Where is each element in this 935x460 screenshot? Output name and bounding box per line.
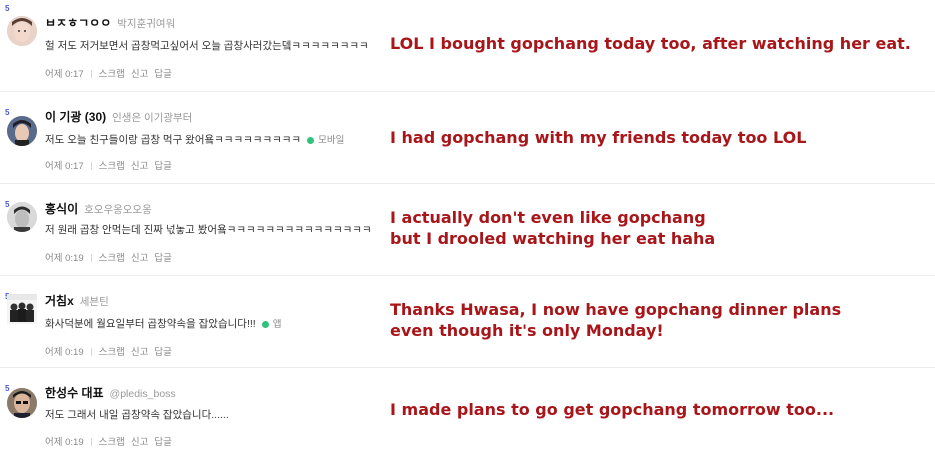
divider xyxy=(90,254,92,263)
level-badge: 5 xyxy=(5,384,10,393)
blog-name[interactable]: 박지훈귀여워 xyxy=(117,18,175,30)
divider xyxy=(90,348,92,357)
author-nickname[interactable]: 거침x xyxy=(45,294,74,308)
translation-line: even though it's only Monday! xyxy=(390,321,664,340)
author-nickname[interactable]: 홍식이 xyxy=(45,202,78,216)
author-line: 거침x 세븐틴 xyxy=(45,292,109,310)
author-nickname[interactable]: 한성수 대표 xyxy=(45,386,104,400)
reply-button[interactable]: 답글 xyxy=(154,253,171,264)
reply-button[interactable]: 답글 xyxy=(154,347,171,358)
comment-time: 어제 0:17 xyxy=(45,69,84,80)
comment-text: 저도 그래서 내일 곱창약속 잡았습니다...... xyxy=(45,407,229,422)
translation-caption: LOL I bought gopchang today too, after w… xyxy=(390,33,911,54)
comment-item: 5 이 기광 (30) 인생은 이기광부터 저도 오늘 친구들이랑 곱창 먹구 왔… xyxy=(0,92,935,184)
scrap-button[interactable]: 스크랩 xyxy=(99,69,125,80)
device-status-icon xyxy=(261,320,269,328)
author-line: 이 기광 (30) 인생은 이기광부터 xyxy=(45,108,192,126)
author-nickname[interactable]: 이 기광 (30) xyxy=(45,110,106,124)
scrap-button[interactable]: 스크랩 xyxy=(99,253,125,264)
translation-caption: I actually don't even like gopchang but … xyxy=(390,207,715,249)
avatar[interactable] xyxy=(7,202,37,232)
report-button[interactable]: 신고 xyxy=(131,437,148,448)
blog-name[interactable]: @pledis_boss xyxy=(110,388,176,400)
comment-item: 5 거침x세븐틴 화사덕분에 월요일부터 곱창약속을 잡았습니다!!!앱 어제 … xyxy=(0,276,935,368)
comment-text: 저도 오늘 친구들이랑 곱창 먹구 왔어욬ㅋㅋㅋㅋㅋㅋㅋㅋㅋ 모바일 xyxy=(45,132,344,147)
level-badge: 5 xyxy=(5,108,10,117)
comment-time: 어제 0:17 xyxy=(45,161,84,172)
comment-time: 어제 0:19 xyxy=(45,437,84,448)
comment-item: 5 홍식이 호오우옹오오옹 저 원래 곱창 안먹는데 진짜 넋놓고 봤어욬ㅋㅋㅋㅋ… xyxy=(0,184,935,276)
comment-time: 어제 0:19 xyxy=(45,347,84,358)
scrap-button[interactable]: 스크랩 xyxy=(99,161,125,172)
comment-meta: 어제 0:17 스크랩 신고 답글 xyxy=(45,66,172,80)
translation-caption: Thanks Hwasa, I now have gopchang dinner… xyxy=(390,299,841,341)
author-nickname[interactable]: ㅂㅈㅎㄱㅇㅇ xyxy=(45,16,111,30)
translation-line: I had gopchang with my friends today too… xyxy=(390,128,807,147)
comment-time: 어제 0:19 xyxy=(45,253,84,264)
comment-text: 헐 저도 저거보면서 곱창먹고싶어서 오늘 곱창사러갔는뎈ㅋㅋㅋㅋㅋㅋㅋㅋ xyxy=(45,38,369,53)
reply-button[interactable]: 답글 xyxy=(154,161,171,172)
blog-name[interactable]: 호오우옹오오옹 xyxy=(84,204,152,216)
comment-meta: 어제 0:19 스크랩 신고 답글 xyxy=(45,250,172,264)
divider xyxy=(90,70,92,79)
avatar[interactable] xyxy=(7,16,37,46)
comment-text: 화사덕분에 월요일부터 곱창약속을 잡았습니다!!! 앱 xyxy=(45,316,281,331)
report-button[interactable]: 신고 xyxy=(131,253,148,264)
avatar[interactable] xyxy=(7,294,37,324)
divider xyxy=(90,438,92,447)
translation-line: I made plans to go get gopchang tomorrow… xyxy=(390,400,835,419)
translation-line: I actually don't even like gopchang xyxy=(390,208,706,227)
report-button[interactable]: 신고 xyxy=(131,161,148,172)
translation-line: Thanks Hwasa, I now have gopchang dinner… xyxy=(390,300,842,319)
level-badge: 5 xyxy=(5,4,10,13)
divider xyxy=(90,162,92,171)
scrap-button[interactable]: 스크랩 xyxy=(99,347,125,358)
blog-name[interactable]: 인생은 이기광부터 xyxy=(112,112,192,124)
report-button[interactable]: 신고 xyxy=(131,69,148,80)
comment-item: 5 한성수 대표 @pledis_boss 저도 그래서 내일 곱창약속 잡았습니… xyxy=(0,368,935,460)
reply-button[interactable]: 답글 xyxy=(154,437,171,448)
translation-caption: I made plans to go get gopchang tomorrow… xyxy=(390,399,834,420)
comment-meta: 어제 0:19 스크랩 신고 답글 xyxy=(45,344,172,358)
comment-body: 헐 저도 저거보면서 곱창먹고싶어서 오늘 곱창사러갔는뎈ㅋㅋㅋㅋㅋㅋㅋㅋ xyxy=(45,40,369,52)
avatar[interactable] xyxy=(7,388,37,418)
scrap-button[interactable]: 스크랩 xyxy=(99,437,125,448)
device-label: 앱 xyxy=(272,319,282,330)
translation-caption: I had gopchang with my friends today too… xyxy=(390,127,806,148)
author-line: ㅂㅈㅎㄱㅇㅇ 박지훈귀여워 xyxy=(45,14,175,32)
author-line: 한성수 대표 @pledis_boss xyxy=(45,384,176,402)
comment-body: 저 원래 곱창 안먹는데 진짜 넋놓고 봤어욬ㅋㅋㅋㅋㅋㅋㅋㅋㅋㅋㅋㅋㅋㅋㅋ xyxy=(45,224,372,236)
comment-item: 5 ㅂㅈㅎㄱㅇㅇ 박지훈귀여워 헐 저도 저거보면서 곱창먹고싶어서 오늘 곱창사… xyxy=(0,0,935,92)
device-status-icon xyxy=(307,136,315,144)
reply-button[interactable]: 답글 xyxy=(154,69,171,80)
avatar[interactable] xyxy=(7,116,37,146)
report-button[interactable]: 신고 xyxy=(131,347,148,358)
comment-body: 저도 오늘 친구들이랑 곱창 먹구 왔어욬ㅋㅋㅋㅋㅋㅋㅋㅋㅋ xyxy=(45,134,302,146)
comment-text: 저 원래 곱창 안먹는데 진짜 넋놓고 봤어욬ㅋㅋㅋㅋㅋㅋㅋㅋㅋㅋㅋㅋㅋㅋㅋ xyxy=(45,222,372,237)
device-label: 모바일 xyxy=(318,135,345,146)
translation-line: but I drooled watching her eat haha xyxy=(390,229,716,248)
comment-meta: 어제 0:19 스크랩 신고 답글 xyxy=(45,434,172,448)
translation-line: LOL I bought gopchang today too, after w… xyxy=(390,34,911,53)
comment-body: 화사덕분에 월요일부터 곱창약속을 잡았습니다!!! xyxy=(45,318,256,330)
author-line: 홍식이 호오우옹오오옹 xyxy=(45,200,152,218)
blog-name[interactable]: 세븐틴 xyxy=(80,296,109,308)
comment-body: 저도 그래서 내일 곱창약속 잡았습니다...... xyxy=(45,409,229,421)
comment-meta: 어제 0:17 스크랩 신고 답글 xyxy=(45,158,172,172)
